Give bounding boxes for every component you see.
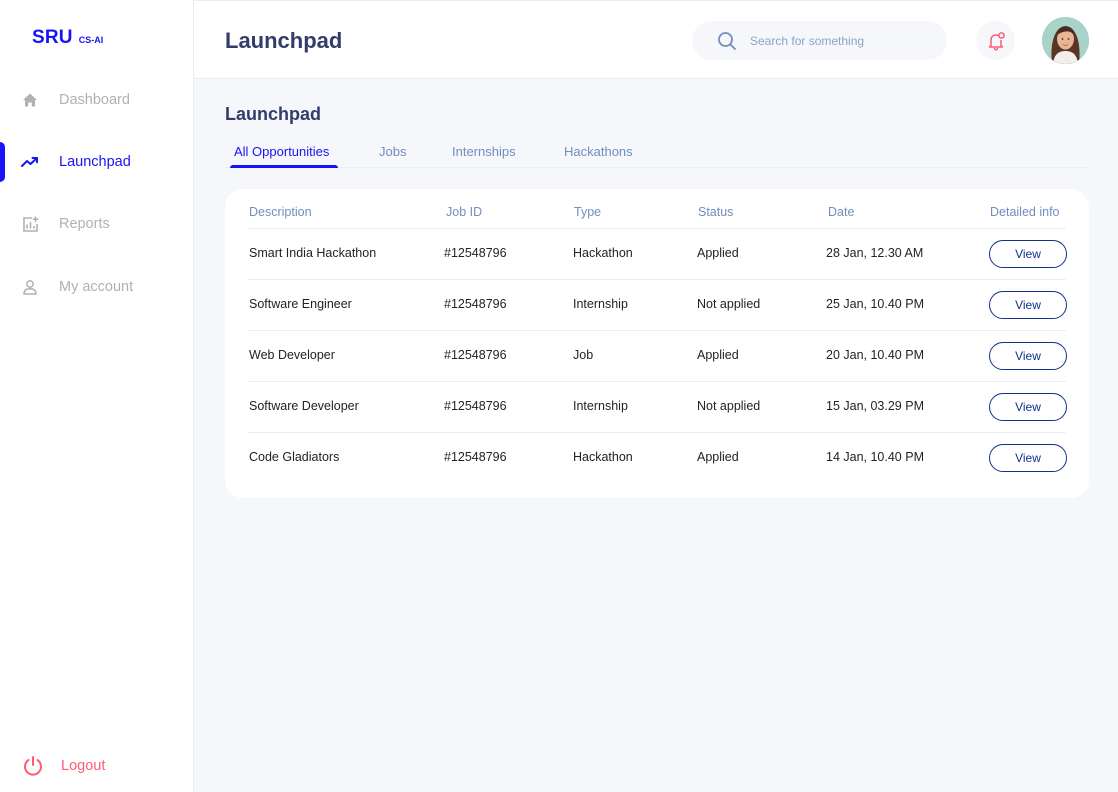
cell-status: Applied (697, 348, 739, 362)
page-title: Launchpad (225, 28, 343, 53)
notifications-button[interactable] (976, 21, 1015, 60)
section-title: Launchpad (225, 104, 322, 124)
sidebar-item-label: Launchpad (59, 154, 131, 170)
tab-hackathons[interactable]: Hackathons (564, 144, 633, 159)
cell-job-id: #12548796 (444, 450, 507, 464)
cell-description: Code Gladiators (249, 450, 340, 464)
column-header-detailed-info: Detailed info (990, 205, 1060, 219)
top-header: Launchpad (194, 0, 1118, 79)
cell-date: 15 Jan, 03.29 PM (826, 399, 924, 413)
cell-type: Hackathon (573, 450, 633, 464)
column-header-job-id: Job ID (446, 205, 483, 219)
cell-job-id: #12548796 (444, 399, 507, 413)
view-button[interactable]: View (989, 291, 1067, 319)
logout-label: Logout (61, 758, 106, 774)
sidebar-item-dashboard[interactable]: Dashboard (0, 80, 194, 120)
logout-button[interactable]: Logout (0, 750, 194, 782)
table-row: Code Gladiators #12548796 Hackathon Appl… (248, 432, 1067, 483)
tab-internships[interactable]: Internships (452, 144, 516, 159)
sidebar-item-label: Dashboard (59, 92, 130, 108)
cell-job-id: #12548796 (444, 348, 507, 362)
cell-job-id: #12548796 (444, 246, 507, 260)
trending-up-icon (21, 153, 39, 171)
sidebar-item-label: Reports (59, 216, 110, 232)
opportunity-tabs: All Opportunities Jobs Internships Hacka… (225, 140, 1089, 168)
cell-description: Smart India Hackathon (249, 246, 377, 260)
column-header-description: Description (249, 205, 312, 219)
bell-icon (986, 31, 1006, 51)
search-icon (717, 31, 737, 51)
cell-status: Applied (697, 246, 739, 260)
cell-status: Not applied (697, 399, 761, 413)
cell-job-id: #12548796 (444, 297, 507, 311)
table-row: Web Developer #12548796 Job Applied 20 J… (248, 330, 1067, 381)
column-header-type: Type (574, 205, 602, 219)
brand-name: SRU (32, 27, 73, 48)
view-button[interactable]: View (989, 342, 1067, 370)
avatar[interactable] (1042, 17, 1089, 64)
view-button[interactable]: View (989, 240, 1067, 268)
cell-description: Software Engineer (249, 297, 352, 311)
active-tab-indicator (230, 165, 338, 168)
search-bar[interactable] (692, 21, 947, 60)
table-row: Software Engineer #12548796 Internship N… (248, 279, 1067, 330)
opportunities-table: Description Job ID Type Status Date Deta… (225, 189, 1089, 498)
search-input[interactable] (750, 21, 935, 60)
cell-date: 20 Jan, 10.40 PM (826, 348, 924, 362)
column-header-status: Status (698, 205, 734, 219)
power-icon (22, 755, 44, 777)
home-icon (21, 91, 39, 109)
table-row: Smart India Hackathon #12548796 Hackatho… (248, 228, 1067, 279)
sidebar: SRU CS-AI Dashboard Launchpad Reports My… (0, 0, 194, 792)
cell-date: 14 Jan, 10.40 PM (826, 450, 924, 464)
cell-date: 25 Jan, 10.40 PM (826, 297, 924, 311)
app: SRU CS-AI Dashboard Launchpad Reports My… (0, 0, 1118, 792)
cell-type: Internship (573, 399, 628, 413)
chart-add-icon (21, 215, 39, 233)
view-button[interactable]: View (989, 393, 1067, 421)
view-button[interactable]: View (989, 444, 1067, 472)
sidebar-item-label: My account (59, 279, 134, 295)
cell-status: Not applied (697, 297, 761, 311)
sidebar-item-launchpad[interactable]: Launchpad (0, 142, 194, 182)
tab-jobs[interactable]: Jobs (379, 144, 406, 159)
cell-type: Hackathon (573, 246, 633, 260)
tab-all-opportunities[interactable]: All Opportunities (234, 144, 329, 159)
brand-subtitle: CS-AI (78, 35, 104, 45)
column-header-date: Date (828, 205, 855, 219)
cell-type: Internship (573, 297, 628, 311)
cell-date: 28 Jan, 12.30 AM (826, 246, 924, 260)
cell-description: Web Developer (249, 348, 335, 362)
cell-type: Job (573, 348, 594, 362)
table-row: Software Developer #12548796 Internship … (248, 381, 1067, 432)
user-icon (21, 278, 39, 296)
sidebar-item-reports[interactable]: Reports (0, 204, 194, 244)
brand-logo[interactable]: SRU CS-AI (32, 27, 103, 49)
sidebar-item-my-account[interactable]: My account (0, 267, 194, 307)
cell-description: Software Developer (249, 399, 359, 413)
cell-status: Applied (697, 450, 739, 464)
